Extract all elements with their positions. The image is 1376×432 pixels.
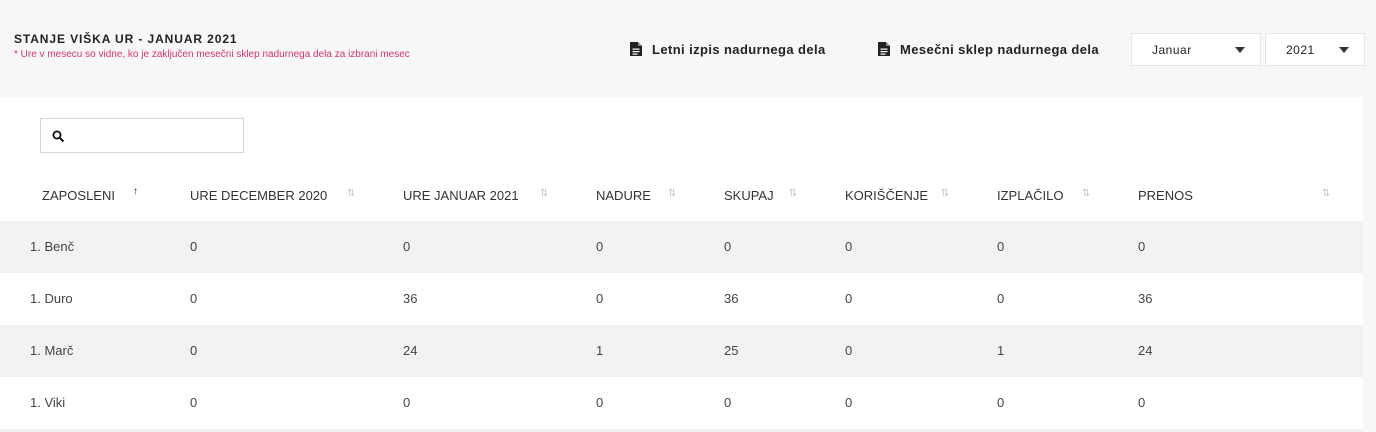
sort-arrows-icon[interactable]: ⇅ xyxy=(1082,188,1090,199)
column-header-ure-december[interactable]: URE DECEMBER 2020 xyxy=(190,188,327,203)
year-select[interactable]: 2021 xyxy=(1265,33,1365,66)
sort-arrows-icon[interactable]: ⇅ xyxy=(1322,188,1330,199)
sort-arrows-icon[interactable]: ⇅ xyxy=(668,188,676,199)
cell-total: 36 xyxy=(724,291,739,306)
column-header-koriscenje[interactable]: KORIŠČENJE xyxy=(845,188,928,203)
cell-overtime: 1 xyxy=(596,343,604,358)
file-text-icon xyxy=(630,42,642,56)
search-icon xyxy=(52,130,65,143)
cell-employee: 1. Duro xyxy=(30,291,73,306)
cell-hours-dec: 0 xyxy=(190,343,198,358)
column-header-ure-januar[interactable]: URE JANUAR 2021 xyxy=(403,188,519,203)
table-row[interactable]: 1. Marč 0 24 1 25 0 1 24 xyxy=(0,325,1363,377)
month-select[interactable]: Januar xyxy=(1131,33,1261,66)
page-header: STANJE VIŠKA UR - JANUAR 2021 * Ure v me… xyxy=(0,0,1376,97)
table-row[interactable]: 1. Viki 0 0 0 0 0 0 0 xyxy=(0,377,1363,429)
monthly-closing-button[interactable]: Mesečni sklep nadurnega dela xyxy=(878,40,1099,58)
yearly-report-button[interactable]: Letni izpis nadurnega dela xyxy=(630,40,826,58)
cell-used: 0 xyxy=(845,291,853,306)
caret-down-icon xyxy=(1235,47,1245,53)
cell-hours-jan: 36 xyxy=(403,291,418,306)
column-header-nadure[interactable]: NADURE xyxy=(596,188,651,203)
cell-overtime: 0 xyxy=(596,395,604,410)
page-note: * Ure v mesecu so vidne, ko je zaključen… xyxy=(14,49,410,60)
column-header-izplacilo[interactable]: IZPLAČILO xyxy=(997,188,1063,203)
cell-overtime: 0 xyxy=(596,291,604,306)
cell-total: 25 xyxy=(724,343,739,358)
sort-arrows-icon[interactable]: ⇅ xyxy=(941,188,949,199)
month-select-value: Januar xyxy=(1152,43,1192,57)
cell-hours-jan: 24 xyxy=(403,343,418,358)
year-select-value: 2021 xyxy=(1286,43,1315,57)
cell-overtime: 0 xyxy=(596,239,604,254)
cell-employee: 1. Benč xyxy=(30,239,75,254)
cell-used: 0 xyxy=(845,239,853,254)
cell-transfer: 0 xyxy=(1138,239,1146,254)
caret-down-icon xyxy=(1339,47,1349,53)
cell-paid: 0 xyxy=(997,291,1005,306)
sort-asc-icon[interactable]: ↑ xyxy=(133,186,138,197)
yearly-report-label: Letni izpis nadurnega dela xyxy=(652,41,826,57)
cell-paid: 1 xyxy=(997,343,1005,358)
cell-employee: 1. Viki xyxy=(30,395,66,410)
cell-paid: 0 xyxy=(997,395,1005,410)
monthly-closing-label: Mesečni sklep nadurnega dela xyxy=(900,41,1100,57)
column-header-skupaj[interactable]: SKUPAJ xyxy=(724,188,774,203)
table-row[interactable]: 1. Duro 0 36 0 36 0 0 36 xyxy=(0,273,1363,325)
cell-paid: 0 xyxy=(997,239,1005,254)
search-box[interactable] xyxy=(40,118,244,153)
sort-arrows-icon[interactable]: ⇅ xyxy=(789,188,797,199)
cell-transfer: 36 xyxy=(1138,291,1153,306)
cell-hours-dec: 0 xyxy=(190,291,198,306)
cell-employee: 1. Marč xyxy=(30,343,74,358)
search-input[interactable] xyxy=(71,125,235,147)
cell-hours-dec: 0 xyxy=(190,395,198,410)
cell-total: 0 xyxy=(724,239,732,254)
column-header-prenos[interactable]: PRENOS xyxy=(1138,188,1193,203)
sort-arrows-icon[interactable]: ⇅ xyxy=(347,188,355,199)
cell-total: 0 xyxy=(724,395,732,410)
cell-hours-dec: 0 xyxy=(190,239,198,254)
cell-used: 0 xyxy=(845,395,853,410)
cell-transfer: 24 xyxy=(1138,343,1153,358)
cell-used: 0 xyxy=(845,343,853,358)
cell-hours-jan: 0 xyxy=(403,395,411,410)
file-text-icon xyxy=(878,42,890,56)
table-row[interactable]: 1. Benč 0 0 0 0 0 0 0 xyxy=(0,221,1363,273)
sort-arrows-icon[interactable]: ⇅ xyxy=(540,188,548,199)
table-panel: ZAPOSLENI ↑ URE DECEMBER 2020 ⇅ URE JANU… xyxy=(0,97,1363,432)
cell-hours-jan: 0 xyxy=(403,239,411,254)
cell-transfer: 0 xyxy=(1138,395,1146,410)
page-title: STANJE VIŠKA UR - JANUAR 2021 xyxy=(14,32,238,46)
column-header-zaposleni[interactable]: ZAPOSLENI xyxy=(42,188,115,203)
